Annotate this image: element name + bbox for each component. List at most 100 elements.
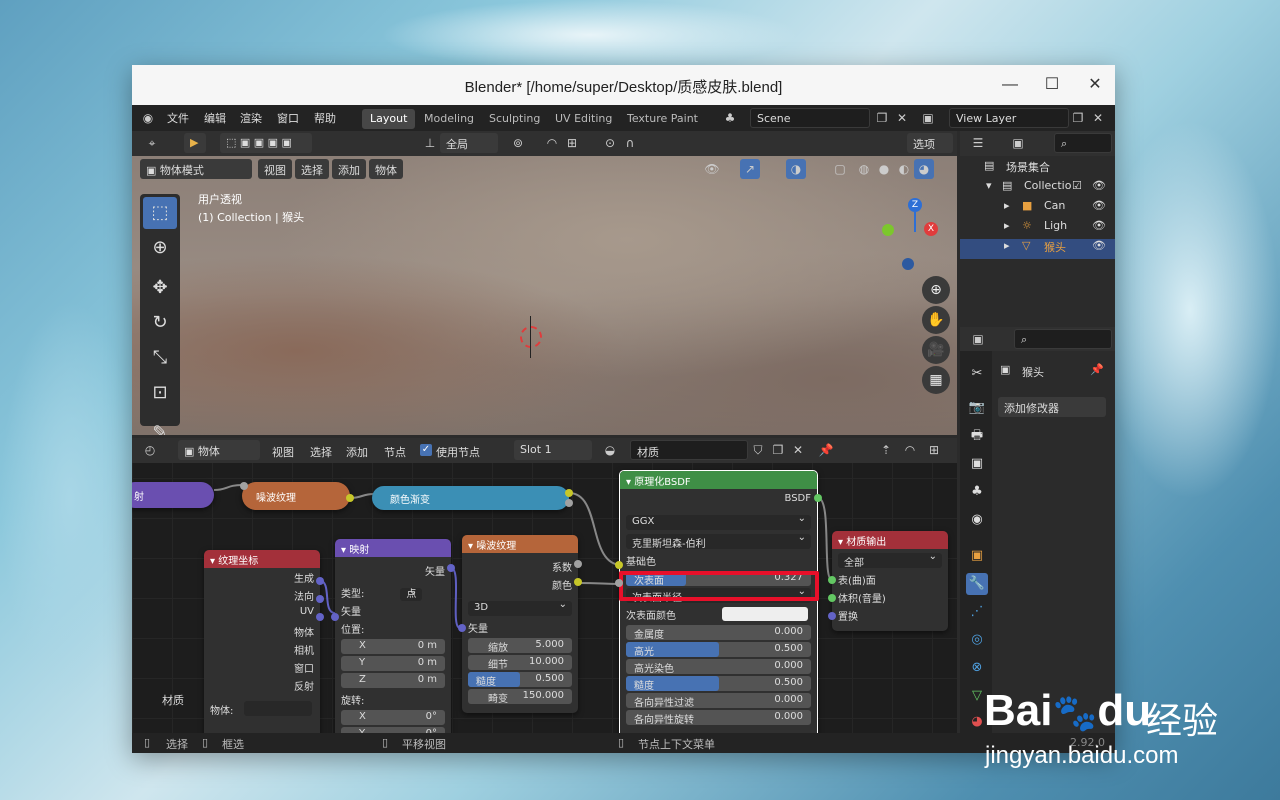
slot-dropdown[interactable]: Slot 1 xyxy=(514,440,592,460)
snap-target-icon[interactable]: ⊞ xyxy=(562,133,582,153)
world-tab-icon[interactable]: ◉ xyxy=(966,509,988,531)
material-shading-icon[interactable]: ◐ xyxy=(894,159,914,179)
principled-bsdf-node[interactable]: ▾ 原理化BSDF BSDF GGX 克里斯坦森-伯利 基础色 次表面0.327… xyxy=(619,470,818,733)
outliner-mesh[interactable]: ▸ ▽ 猴头 👁 xyxy=(960,239,1115,259)
view-layer-tab-icon[interactable]: ▣ xyxy=(966,453,988,475)
node-editor[interactable]: 射 噪波纹理 颜色渐变 材质 ▾ 纹理坐标 生成 法向 UV 物体 相机 窗口 … xyxy=(132,438,957,733)
gizmo-z-axis[interactable]: Z xyxy=(908,198,922,212)
output-tab-icon[interactable]: 🖶 xyxy=(966,425,988,447)
noise2-roughness[interactable]: 糙度 0.500 xyxy=(468,672,572,688)
tab-modeling[interactable]: Modeling xyxy=(416,109,482,129)
object-tab-icon[interactable]: ▣ xyxy=(966,545,988,567)
viewport-menu-add[interactable]: 添加 xyxy=(332,159,366,179)
properties-type-icon[interactable]: ▣ xyxy=(968,329,988,349)
material-browse-icon[interactable]: ◒ xyxy=(600,440,620,460)
expand-icon[interactable]: ▾ xyxy=(986,179,992,192)
node-editor-type-icon[interactable]: ◴ xyxy=(140,440,160,460)
copy-layer-icon[interactable]: ❐ xyxy=(1068,108,1088,128)
xray-icon[interactable]: ▢ xyxy=(830,159,850,179)
pivot-icon[interactable]: ⊚ xyxy=(508,133,528,153)
select-mode-icons[interactable]: ⬚ ▣ ▣ ▣ ▣ xyxy=(220,133,312,153)
socket[interactable] xyxy=(828,594,836,602)
outliner-scene-collection[interactable]: ▤ 场景集合 xyxy=(960,159,1115,179)
scene-icon[interactable]: ♣ xyxy=(720,108,740,128)
node-menu-view[interactable]: 视图 xyxy=(272,444,294,460)
parent-node-tree-icon[interactable]: ⇡ xyxy=(876,440,896,460)
socket[interactable] xyxy=(828,612,836,620)
snap-node-icon[interactable]: ◠ xyxy=(900,440,920,460)
gizmo-neg-z[interactable] xyxy=(902,258,914,270)
pin-icon[interactable]: 📌 xyxy=(816,440,836,460)
eye-icon[interactable]: 👁 xyxy=(1092,239,1106,252)
proportional-edit-icon[interactable]: ⊙ xyxy=(600,133,620,153)
tab-texture-paint[interactable]: Texture Paint xyxy=(619,109,706,129)
expand-icon[interactable]: ▸ xyxy=(1004,219,1010,232)
noise2-distortion[interactable]: 畸变 150.000 xyxy=(468,689,572,705)
mapping-rot-x[interactable]: X 0° xyxy=(341,710,445,725)
camera-view-icon[interactable]: 🎥 xyxy=(922,336,950,364)
menu-edit[interactable]: 编辑 xyxy=(204,110,226,126)
outliner-camera[interactable]: ▸ ■ Can 👁 xyxy=(960,199,1115,219)
bsdf-sss-method-dropdown[interactable]: 克里斯坦森-伯利 xyxy=(626,532,811,550)
eye-icon[interactable]: 👁 xyxy=(1092,179,1106,192)
viewport-menu-view[interactable]: 视图 xyxy=(258,159,292,179)
viewport-overlay-controls[interactable]: 👁 ↗ ◑ ▢ ◍ ● ◐ ◕ xyxy=(702,159,952,181)
bsdf-roughness-slider[interactable]: 糙度 0.500 xyxy=(626,676,811,692)
properties-search[interactable]: ⌕ xyxy=(1014,329,1112,349)
mapping-loc-x[interactable]: X 0 m xyxy=(341,639,445,654)
options-dropdown[interactable]: 选项 xyxy=(907,133,953,153)
select-tool-icon[interactable]: ▶ xyxy=(184,133,206,153)
noise-texture-node[interactable]: ▾ 噪波纹理 系数 颜色 3D 矢量 缩放 5.000 细节 10.000 糙度 0.… xyxy=(462,535,578,713)
tab-sculpting[interactable]: Sculpting xyxy=(481,109,548,129)
socket[interactable] xyxy=(316,595,324,603)
node-menu-add[interactable]: 添加 xyxy=(346,444,368,460)
annotate-tool-icon[interactable]: ✎ xyxy=(143,417,177,435)
viewport-menu-object[interactable]: 物体 xyxy=(369,159,403,179)
texcoord-object-field[interactable] xyxy=(244,701,312,716)
bsdf-specular-tint-slider[interactable]: 高光染色 0.000 xyxy=(626,659,811,675)
socket[interactable] xyxy=(574,560,582,568)
menu-window[interactable]: 窗口 xyxy=(277,110,299,126)
minimize-button[interactable]: — xyxy=(998,73,1022,97)
socket[interactable] xyxy=(615,579,623,587)
bsdf-specular-slider[interactable]: 高光 0.500 xyxy=(626,642,811,658)
mapping-loc-z[interactable]: Z 0 m xyxy=(341,673,445,688)
menu-file[interactable]: 文件 xyxy=(167,110,189,126)
mapping-node[interactable]: ▾ 映射 矢量 类型: 点 矢量 位置: X 0 m Y 0 m Z 0 m 旋转: X… xyxy=(335,539,451,733)
node-menu-node[interactable]: 节点 xyxy=(384,444,406,460)
bsdf-metallic-slider[interactable]: 金属度 0.000 xyxy=(626,625,811,641)
grid-view-icon[interactable]: ▦ xyxy=(922,366,950,394)
modifier-tab-icon[interactable]: 🔧 xyxy=(966,573,988,595)
scene-tab-icon[interactable]: ♣ xyxy=(966,481,988,503)
mapping-header[interactable]: ▾ 映射 xyxy=(335,539,451,557)
texture-coordinate-node[interactable]: ▾ 纹理坐标 生成 法向 UV 物体 相机 窗口 反射 物体: xyxy=(204,550,320,733)
outliner-search[interactable]: ⌕ xyxy=(1054,133,1112,153)
socket[interactable] xyxy=(814,494,822,502)
checkbox-icon[interactable]: ☑ xyxy=(1072,179,1082,192)
pan-hand-icon[interactable]: ✋ xyxy=(922,306,950,334)
copy-scene-icon[interactable]: ❐ xyxy=(872,108,892,128)
fake-user-icon[interactable]: ⛉ xyxy=(748,440,768,460)
menu-help[interactable]: 帮助 xyxy=(314,110,336,126)
socket[interactable] xyxy=(828,576,836,584)
title-bar[interactable]: Blender* [/home/super/Desktop/质感皮肤.blend… xyxy=(132,65,1115,105)
socket[interactable] xyxy=(615,561,623,569)
material-output-node[interactable]: ▾ 材质输出 全部 表(曲)面 体积(音量) 置换 xyxy=(832,531,948,631)
rotate-tool-icon[interactable]: ↻ xyxy=(143,307,177,339)
bsdf-anisotropic-rotation-slider[interactable]: 各向异性旋转 0.000 xyxy=(626,710,811,726)
bsdf-sss-color-swatch[interactable] xyxy=(722,607,808,621)
move-tool-icon[interactable]: ✥ xyxy=(143,272,177,304)
socket[interactable] xyxy=(565,499,573,507)
socket[interactable] xyxy=(316,577,324,585)
eye-icon[interactable]: 👁 xyxy=(1092,199,1106,212)
gizmo-x-axis[interactable]: X xyxy=(924,222,938,236)
view-layer-icon[interactable]: ▣ xyxy=(918,108,938,128)
partial-node-shot[interactable]: 射 xyxy=(132,482,214,508)
gizmo-icon[interactable]: ↗ xyxy=(740,159,760,179)
copy-material-icon[interactable]: ❐ xyxy=(768,440,788,460)
tab-layout[interactable]: Layout xyxy=(362,109,416,129)
output-target-dropdown[interactable]: 全部 xyxy=(838,551,942,569)
view-layer-field[interactable]: View Layer xyxy=(949,108,1069,128)
expand-icon[interactable]: ▸ xyxy=(1004,199,1010,212)
falloff-icon[interactable]: ∩ xyxy=(620,133,640,153)
